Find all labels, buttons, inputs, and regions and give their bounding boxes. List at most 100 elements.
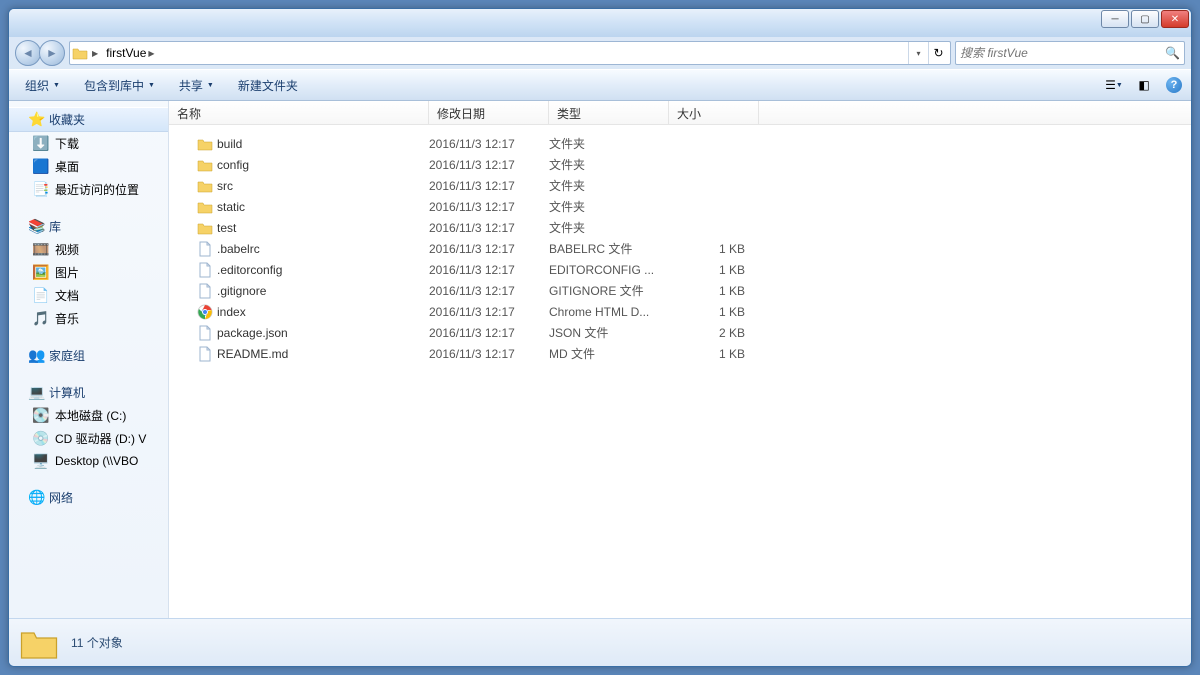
file-type: Chrome HTML D...: [549, 305, 669, 319]
file-size: 1 KB: [669, 347, 759, 361]
file-row[interactable]: config2016/11/3 12:17文件夹: [169, 154, 1191, 175]
sidebar-item-label: 音乐: [55, 310, 79, 327]
column-type[interactable]: 类型: [549, 101, 669, 124]
sidebar-item-label: 视频: [55, 241, 79, 258]
file-name: index: [217, 305, 246, 319]
address-bar[interactable]: ▶ firstVue ▶ ▾ ↻: [69, 41, 951, 65]
file-icon: [197, 325, 213, 341]
file-date: 2016/11/3 12:17: [429, 347, 549, 361]
file-date: 2016/11/3 12:17: [429, 284, 549, 298]
maximize-icon: ▢: [1140, 14, 1149, 25]
chevron-right-icon[interactable]: ▶: [148, 49, 154, 58]
view-options-button[interactable]: ☰▼: [1103, 74, 1125, 96]
file-row[interactable]: .gitignore2016/11/3 12:17GITIGNORE 文件1 K…: [169, 280, 1191, 301]
file-name: .gitignore: [217, 284, 266, 298]
folder-icon: [19, 623, 59, 663]
include-in-library-button[interactable]: 包含到库中 ▼: [74, 73, 165, 98]
close-button[interactable]: ✕: [1161, 10, 1189, 28]
file-date: 2016/11/3 12:17: [429, 305, 549, 319]
sidebar-item-favorites[interactable]: ⬇️下载: [9, 132, 168, 155]
share-button[interactable]: 共享 ▼: [169, 73, 224, 98]
file-name: static: [217, 200, 245, 214]
search-box[interactable]: 🔍: [955, 41, 1185, 65]
file-type: BABELRC 文件: [549, 240, 669, 257]
details-pane: 11 个对象: [9, 618, 1191, 666]
file-row[interactable]: .babelrc2016/11/3 12:17BABELRC 文件1 KB: [169, 238, 1191, 259]
library-icon: 📚: [29, 219, 45, 235]
file-row[interactable]: build2016/11/3 12:17文件夹: [169, 133, 1191, 154]
forward-button[interactable]: ►: [39, 40, 65, 66]
computer-header[interactable]: 💻 计算机: [9, 381, 168, 404]
item-icon: 🟦: [33, 159, 49, 175]
search-icon[interactable]: 🔍: [1165, 46, 1180, 60]
folder-icon: [197, 199, 213, 215]
libraries-label: 库: [49, 218, 61, 235]
new-folder-button[interactable]: 新建文件夹: [228, 73, 308, 98]
column-headers: 名称 修改日期 类型 大小: [169, 101, 1191, 125]
minimize-button[interactable]: ─: [1101, 10, 1129, 28]
file-type: 文件夹: [549, 135, 669, 152]
titlebar: ─ ▢ ✕: [9, 9, 1191, 37]
sidebar-item-favorites[interactable]: 📑 最近访问的位置: [9, 178, 168, 201]
sidebar-item-computer[interactable]: 💽本地磁盘 (C:): [9, 404, 168, 427]
file-row[interactable]: static2016/11/3 12:17文件夹: [169, 196, 1191, 217]
file-type: JSON 文件: [549, 324, 669, 341]
file-row[interactable]: test2016/11/3 12:17文件夹: [169, 217, 1191, 238]
file-row[interactable]: .editorconfig2016/11/3 12:17EDITORCONFIG…: [169, 259, 1191, 280]
sidebar-item-computer[interactable]: 🖥️Desktop (\\VBO: [9, 450, 168, 472]
file-type: 文件夹: [549, 198, 669, 215]
back-button[interactable]: ◄: [15, 40, 41, 66]
folder-icon: [197, 178, 213, 194]
network-label: 网络: [49, 489, 73, 506]
homegroup-group: 👥 家庭组: [9, 344, 168, 367]
sidebar-item-libraries[interactable]: 🖼️图片: [9, 261, 168, 284]
share-label: 共享: [179, 77, 203, 94]
sidebar-item-libraries[interactable]: 📄文档: [9, 284, 168, 307]
item-icon: 🎞️: [33, 242, 49, 258]
network-header[interactable]: 🌐 网络: [9, 486, 168, 509]
organize-button[interactable]: 组织 ▼: [15, 73, 70, 98]
item-icon: 📑: [33, 182, 49, 198]
sidebar-item-libraries[interactable]: 🎞️ 视频: [9, 238, 168, 261]
help-button[interactable]: ?: [1163, 74, 1185, 96]
file-date: 2016/11/3 12:17: [429, 137, 549, 151]
maximize-button[interactable]: ▢: [1131, 10, 1159, 28]
refresh-button[interactable]: ↻: [928, 42, 948, 64]
sidebar-item-favorites[interactable]: 🟦桌面: [9, 155, 168, 178]
sidebar-item-label: 本地磁盘 (C:): [55, 407, 126, 424]
column-size[interactable]: 大小: [669, 101, 759, 124]
sidebar-item-computer[interactable]: 💿CD 驱动器 (D:) V: [9, 427, 168, 450]
file-type: MD 文件: [549, 345, 669, 362]
file-row[interactable]: src2016/11/3 12:17文件夹: [169, 175, 1191, 196]
file-row[interactable]: package.json2016/11/3 12:17JSON 文件2 KB: [169, 322, 1191, 343]
file-list[interactable]: build2016/11/3 12:17文件夹config2016/11/3 1…: [169, 125, 1191, 618]
sidebar-item-libraries[interactable]: 🎵音乐: [9, 307, 168, 330]
help-icon: ?: [1166, 77, 1182, 93]
file-row[interactable]: index2016/11/3 12:17Chrome HTML D...1 KB: [169, 301, 1191, 322]
column-date[interactable]: 修改日期: [429, 101, 549, 124]
computer-group: 💻 计算机 💽本地磁盘 (C:)💿CD 驱动器 (D:) V🖥️Desktop …: [9, 381, 168, 472]
search-input[interactable]: [960, 46, 1165, 60]
column-name[interactable]: 名称: [169, 101, 429, 124]
explorer-window: ─ ▢ ✕ ◄ ► ▶ firstVue ▶ ▾ ↻ 🔍: [8, 8, 1192, 667]
minimize-icon: ─: [1111, 14, 1118, 25]
computer-label: 计算机: [49, 384, 85, 401]
close-icon: ✕: [1171, 14, 1179, 25]
sidebar-item-label: 最近访问的位置: [55, 181, 139, 198]
file-date: 2016/11/3 12:17: [429, 179, 549, 193]
file-name: config: [217, 158, 249, 172]
chevron-down-icon: ▼: [53, 82, 60, 89]
file-size: 1 KB: [669, 284, 759, 298]
file-date: 2016/11/3 12:17: [429, 263, 549, 277]
preview-pane-button[interactable]: ◧: [1133, 74, 1155, 96]
file-size: 1 KB: [669, 263, 759, 277]
file-row[interactable]: README.md2016/11/3 12:17MD 文件1 KB: [169, 343, 1191, 364]
favorites-header[interactable]: ⭐ 收藏夹: [9, 107, 168, 132]
homegroup-header[interactable]: 👥 家庭组: [9, 344, 168, 367]
breadcrumb-segment[interactable]: firstVue ▶: [102, 42, 158, 64]
item-icon: 🖼️: [33, 265, 49, 281]
address-dropdown[interactable]: ▾: [908, 42, 928, 64]
chevron-right-icon[interactable]: ▶: [92, 49, 98, 58]
file-type: EDITORCONFIG ...: [549, 263, 669, 277]
libraries-header[interactable]: 📚 库: [9, 215, 168, 238]
